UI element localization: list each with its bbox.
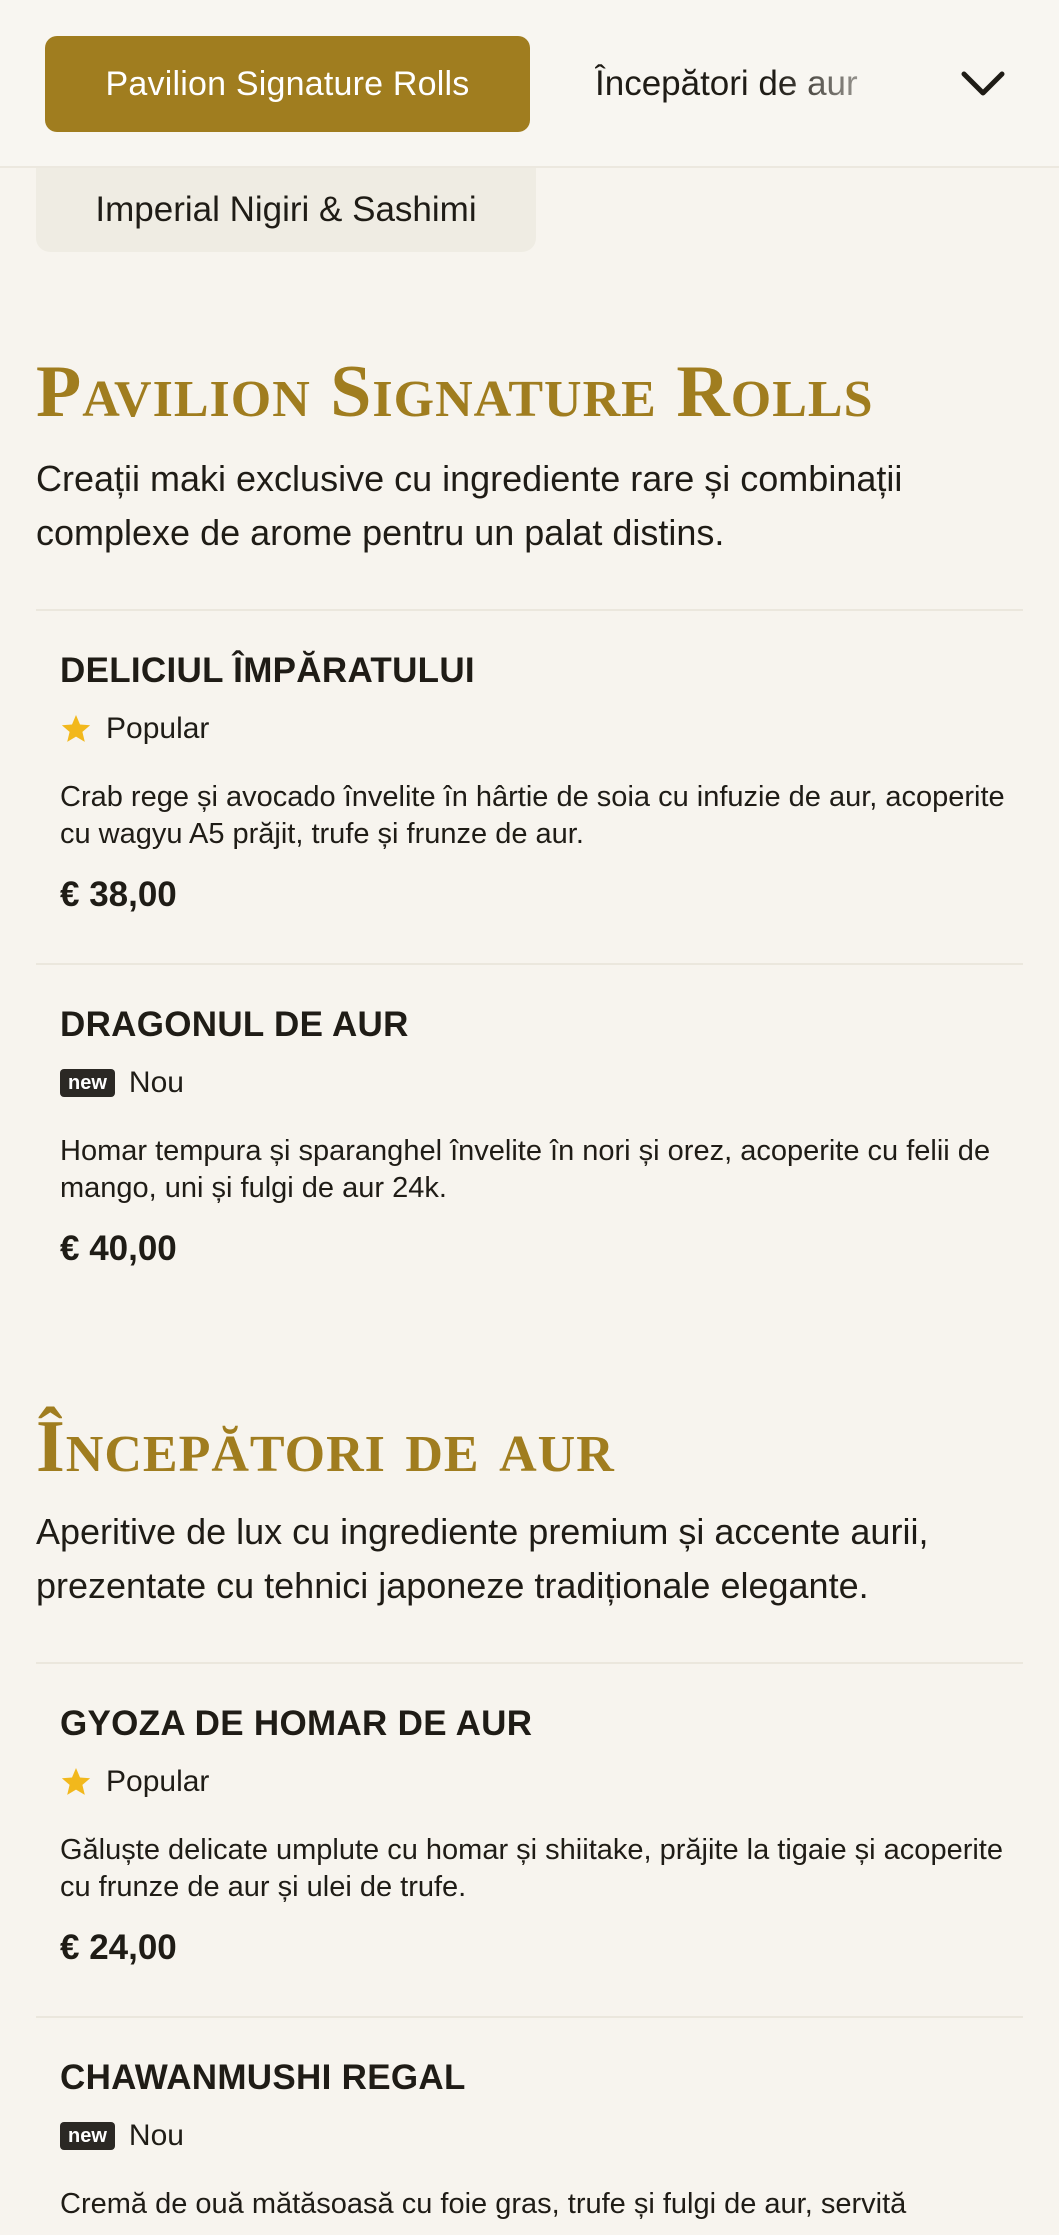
menu-item[interactable]: DRAGONUL DE AUR new Nou Homar tempura și… [60, 1003, 1020, 1269]
item-price: € 38,00 [60, 875, 177, 914]
divider [36, 609, 1023, 611]
category-tab-pavilion-signature-rolls[interactable]: Pavilion Signature Rolls [45, 36, 530, 132]
category-tab-label: Imperial Nigiri & Sashimi [95, 190, 477, 229]
popular-badge: Popular [60, 709, 1020, 749]
category-nav: Pavilion Signature Rolls Începători de a… [0, 0, 1059, 168]
category-tab-imperial-nigiri-sashimi[interactable]: Imperial Nigiri & Sashimi [36, 168, 536, 252]
category-tab-label: Pavilion Signature Rolls [105, 64, 470, 103]
section-title: Începători de aur [36, 1406, 615, 1488]
divider [36, 963, 1023, 965]
category-tab-incepatori-de-aur[interactable]: Începători de aur [595, 36, 905, 132]
star-icon [61, 715, 91, 742]
new-tag: new [60, 2122, 115, 2150]
divider [36, 2016, 1023, 2018]
chevron-down-icon[interactable] [955, 56, 1011, 112]
item-price: € 40,00 [60, 1229, 177, 1268]
menu-item[interactable]: DELICIUL ÎMPĂRATULUI Popular Crab rege ș… [60, 649, 1020, 915]
item-description: Găluște delicate umplute cu homar și shi… [60, 1834, 1003, 1903]
section-description: Aperitive de lux cu ingrediente premium … [36, 1511, 929, 1606]
new-badge: new Nou [60, 2116, 1020, 2156]
item-description: Crab rege și avocado învelite în hârtie … [60, 781, 1005, 850]
item-price: € 24,00 [60, 1928, 177, 1967]
badge-label: Popular [106, 1765, 210, 1798]
new-badge: new Nou [60, 1063, 1020, 1103]
item-name: DRAGONUL DE AUR [60, 1005, 409, 1044]
menu-item[interactable]: GYOZA DE HOMAR DE AUR Popular Găluște de… [60, 1702, 1020, 1968]
star-icon [61, 1768, 91, 1795]
item-name: CHAWANMUSHI REGAL [60, 2058, 466, 2097]
new-tag: new [60, 1069, 115, 1097]
badge-label: Nou [128, 1066, 184, 1099]
menu-item[interactable]: CHAWANMUSHI REGAL new Nou Cremă de ouă m… [60, 2056, 1020, 2223]
popular-badge: Popular [60, 1762, 1020, 1802]
item-description: Homar tempura și sparanghel învelite în … [60, 1135, 991, 1204]
badge-label: Popular [106, 712, 210, 745]
item-name: GYOZA DE HOMAR DE AUR [60, 1704, 533, 1743]
menu-page: Pavilion Signature Rolls Începători de a… [0, 0, 1059, 2235]
scroll-fade-overlay [775, 36, 905, 132]
item-name: DELICIUL ÎMPĂRATULUI [60, 651, 475, 690]
divider [36, 1662, 1023, 1664]
section-title: Pavilion Signature Rolls [36, 351, 874, 433]
badge-label: Nou [128, 2119, 184, 2152]
section-description: Creații maki exclusive cu ingrediente ra… [36, 458, 903, 553]
item-description: Cremă de ouă mătăsoasă cu foie gras, tru… [60, 2188, 907, 2220]
